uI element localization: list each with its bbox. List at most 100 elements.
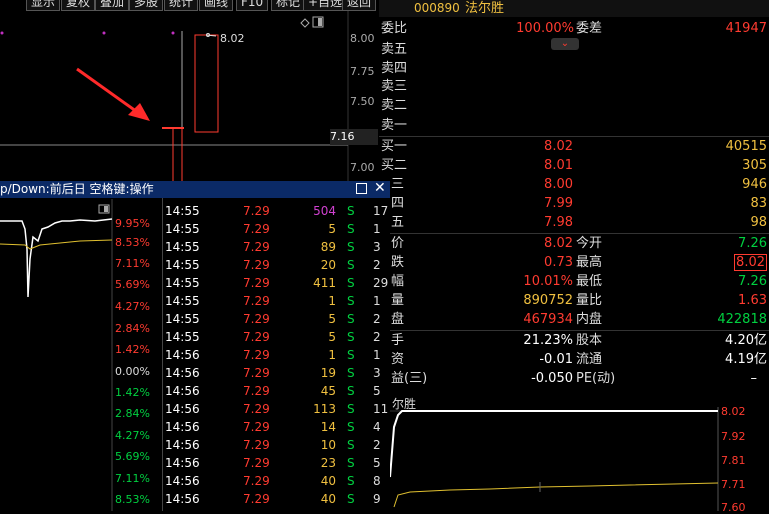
tick-cell-t: 14:56 bbox=[165, 366, 200, 380]
tick-cell-n: 2 bbox=[373, 438, 381, 452]
adjust-button[interactable]: 复权 bbox=[61, 0, 96, 11]
stat-row: 幅 10.01% 最低 7.26 bbox=[391, 274, 767, 289]
sell-level-4: 卖四 bbox=[381, 61, 408, 76]
tick-row[interactable]: 14:56 7.29 14 S 4 bbox=[163, 418, 390, 436]
close-icon[interactable]: ✕ bbox=[374, 180, 386, 197]
tick-row[interactable]: 14:55 7.29 5 S 1 bbox=[163, 220, 390, 238]
intraday-chart: 尔胜 8.02 7.92 7.81 7.71 7.60 bbox=[390, 397, 746, 514]
stat-row: 资 -0.01 流通 4.19亿 bbox=[391, 352, 767, 367]
tick-row[interactable]: 14:55 7.29 20 S 2 bbox=[163, 256, 390, 274]
toolbar: 显示 复权 叠加 多股 统计 画线 F10 标记 +自选 返回 bbox=[0, 0, 378, 11]
tick-cell-v: 411 bbox=[313, 276, 336, 290]
buy-row: 五 7.98 98 bbox=[391, 215, 767, 230]
arrow-head bbox=[128, 103, 150, 121]
tick-cell-s: S bbox=[347, 276, 355, 290]
tick-cell-t: 14:56 bbox=[165, 348, 200, 362]
tick-row[interactable]: 14:56 7.29 40 S 8 bbox=[163, 472, 390, 490]
diamond-icon bbox=[300, 18, 310, 28]
high-label: 8.02 bbox=[220, 32, 245, 45]
wei-bi-row: 委比 100.00% 委差 41947 bbox=[381, 21, 767, 36]
buy-row: 买二 8.01 305 bbox=[381, 158, 767, 173]
tick-row[interactable]: 14:56 7.29 113 S 11 bbox=[163, 400, 390, 418]
stats-button[interactable]: 统计 bbox=[164, 0, 199, 11]
tick-cell-p: 7.29 bbox=[243, 276, 270, 290]
tick-cell-p: 7.29 bbox=[243, 222, 270, 236]
tick-cell-p: 7.29 bbox=[243, 492, 270, 506]
display-button[interactable]: 显示 bbox=[26, 0, 61, 11]
back-button[interactable]: 返回 bbox=[342, 0, 377, 11]
tick-row[interactable]: 14:55 7.29 411 S 29 bbox=[163, 274, 390, 292]
tick-row[interactable]: 14:55 7.29 1 S 1 bbox=[163, 292, 390, 310]
avg-line bbox=[393, 482, 719, 508]
tick-row[interactable]: 14:56 7.29 40 S 9 bbox=[163, 490, 390, 508]
y-tick: 7.00 bbox=[350, 161, 375, 174]
tick-cell-p: 7.29 bbox=[243, 312, 270, 326]
buy-row: 三 8.00 946 bbox=[391, 177, 767, 192]
mark-button[interactable]: 标记 bbox=[271, 0, 306, 11]
kline-chart[interactable]: 8.00 7.75 7.50 7.16 7.00 8.02 bbox=[0, 11, 378, 181]
tick-window-titlebar[interactable]: p/Down:前后日 空格键:操作 ✕ bbox=[0, 180, 390, 198]
stock-name: 法尔胜 bbox=[465, 1, 505, 16]
dot-marker bbox=[102, 31, 106, 35]
tick-cell-n: 1 bbox=[373, 294, 381, 308]
tick-cell-t: 14:55 bbox=[165, 204, 200, 218]
high-value-highlight: 8.02 bbox=[734, 254, 767, 271]
tick-cell-n: 4 bbox=[373, 420, 381, 434]
tick-cell-t: 14:55 bbox=[165, 258, 200, 272]
tick-cell-t: 14:56 bbox=[165, 420, 200, 434]
tick-cell-n: 11 bbox=[373, 402, 389, 416]
tick-row[interactable]: 14:56 7.29 10 S 2 bbox=[163, 436, 390, 454]
tick-cell-t: 14:56 bbox=[165, 456, 200, 470]
maximize-icon[interactable] bbox=[356, 183, 367, 194]
buy-row: 四 7.99 83 bbox=[391, 196, 767, 211]
stat-row: 量 890752 量比 1.63 bbox=[391, 293, 767, 308]
tick-cell-p: 7.29 bbox=[243, 348, 270, 362]
f10-button[interactable]: F10 bbox=[236, 0, 269, 11]
tick-cell-p: 7.29 bbox=[243, 456, 270, 470]
overlay-button[interactable]: 叠加 bbox=[95, 0, 130, 11]
sell-level-2: 卖二 bbox=[381, 98, 408, 113]
sell-level-3: 卖三 bbox=[381, 79, 408, 94]
tick-cell-t: 14:55 bbox=[165, 330, 200, 344]
tick-cell-n: 2 bbox=[373, 312, 381, 326]
tick-row[interactable]: 14:55 7.29 504 S 17 bbox=[163, 202, 390, 220]
tick-cell-t: 14:55 bbox=[165, 222, 200, 236]
tick-cell-p: 7.29 bbox=[243, 204, 270, 218]
tick-row[interactable]: 14:55 7.29 5 S 2 bbox=[163, 328, 390, 346]
tick-row[interactable]: 14:55 7.29 89 S 3 bbox=[163, 238, 390, 256]
sell-level-5: 卖五 bbox=[381, 42, 408, 57]
tick-cell-s: S bbox=[347, 402, 355, 416]
tick-row[interactable]: 14:55 7.29 5 S 2 bbox=[163, 310, 390, 328]
tick-cell-p: 7.29 bbox=[243, 384, 270, 398]
candle-body bbox=[194, 34, 219, 133]
tick-cell-s: S bbox=[347, 240, 355, 254]
multi-stock-button[interactable]: 多股 bbox=[129, 0, 164, 11]
tick-cell-v: 113 bbox=[313, 402, 336, 416]
price-line bbox=[390, 410, 718, 478]
tick-row[interactable]: 14:56 7.29 19 S 3 bbox=[163, 364, 390, 382]
tick-cell-s: S bbox=[347, 420, 355, 434]
tick-cell-s: S bbox=[347, 438, 355, 452]
tick-row[interactable]: 14:56 7.29 23 S 5 bbox=[163, 454, 390, 472]
stat-row: 盘 467934 内盘 422818 bbox=[391, 312, 767, 327]
tick-cell-n: 29 bbox=[373, 276, 389, 290]
tick-window-title: p/Down:前后日 空格键:操作 bbox=[0, 182, 154, 196]
arrow-line bbox=[76, 67, 141, 116]
quote-header: 000890 法尔胜 bbox=[379, 0, 769, 17]
y-tick: 7.50 bbox=[350, 95, 375, 108]
stat-row: 手 21.23% 股本 4.20亿 bbox=[391, 333, 767, 348]
tick-cell-s: S bbox=[347, 492, 355, 506]
add-watchlist-button[interactable]: +自选 bbox=[303, 0, 348, 11]
tick-cell-v: 40 bbox=[320, 492, 336, 506]
tick-cell-p: 7.29 bbox=[243, 438, 270, 452]
tick-cell-p: 7.29 bbox=[243, 366, 270, 380]
draw-line-button[interactable]: 画线 bbox=[199, 0, 234, 11]
tick-row[interactable]: 14:56 7.29 45 S 5 bbox=[163, 382, 390, 400]
tick-cell-t: 14:55 bbox=[165, 312, 200, 326]
tick-cell-v: 19 bbox=[320, 366, 336, 380]
tick-cell-p: 7.29 bbox=[243, 258, 270, 272]
price-line bbox=[0, 218, 113, 298]
tick-cell-n: 3 bbox=[373, 366, 381, 380]
tick-cell-s: S bbox=[347, 294, 355, 308]
tick-row[interactable]: 14:56 7.29 1 S 1 bbox=[163, 346, 390, 364]
